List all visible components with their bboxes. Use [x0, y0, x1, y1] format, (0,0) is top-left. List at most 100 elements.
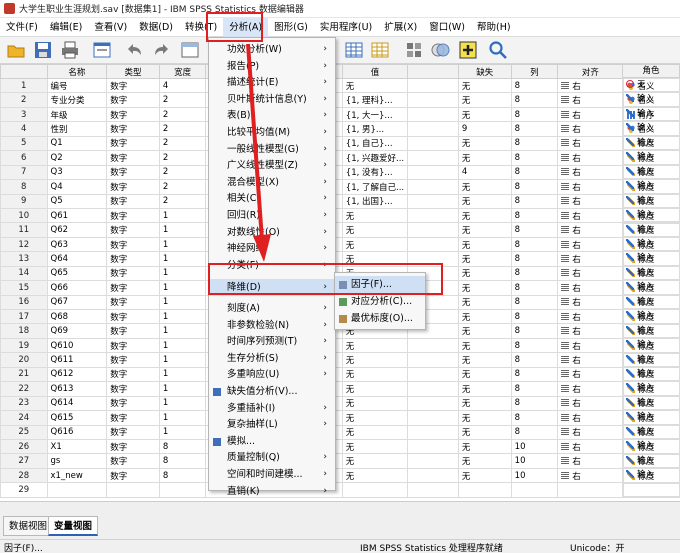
cell-values[interactable]	[341, 482, 409, 498]
table-row[interactable]: 19 Q610 数字 1 无无 8 右标度	[0, 337, 680, 354]
cell-missing[interactable]: 无	[457, 280, 512, 296]
table-row[interactable]: 4 性别 数字 2 {1, 男}... 9 8 右名义	[0, 121, 680, 137]
table-row[interactable]: 21 Q612 数字 1 无无 8 右标度	[0, 366, 680, 383]
cell-type[interactable]: 数字	[106, 207, 160, 224]
cell-role[interactable]: 输入	[622, 323, 680, 339]
cell-name[interactable]: 专业分类	[46, 92, 108, 108]
cell-role[interactable]: 输入	[622, 367, 680, 382]
cell-values[interactable]: {1, 兴趣爱好...	[341, 150, 409, 166]
cell-role[interactable]: 输入	[622, 468, 680, 483]
cell-spacer[interactable]	[407, 236, 459, 253]
cell-missing[interactable]: 无	[457, 438, 512, 455]
cell-align[interactable]: 右	[557, 135, 624, 152]
menu-utilities[interactable]: 实用程序(U)	[314, 18, 378, 37]
cell-width[interactable]: 2	[158, 135, 207, 152]
table-row[interactable]: 24 Q615 数字 1 无无 8 右标度	[0, 410, 680, 426]
cell-type[interactable]: 数字	[106, 135, 160, 152]
cell-values[interactable]: 无	[341, 381, 409, 397]
cell-align[interactable]: 右	[557, 121, 624, 137]
redo-icon[interactable]	[152, 40, 172, 60]
cell-role[interactable]: 输入	[622, 106, 680, 122]
cell-width[interactable]: 8	[158, 467, 207, 484]
cell-role[interactable]: 输入	[622, 222, 680, 237]
cell-role[interactable]	[622, 482, 680, 498]
menu-edit[interactable]: 编辑(E)	[44, 18, 88, 37]
cell-missing[interactable]: 无	[457, 366, 512, 383]
cell-missing[interactable]: 无	[457, 135, 512, 152]
cell-missing[interactable]: 无	[457, 222, 512, 238]
cell-values[interactable]: 无	[341, 366, 409, 383]
cell-columns[interactable]: 8	[510, 77, 559, 94]
table-row[interactable]: 9 Q5 数字 2 {1, 出国}... 无 8 右标度	[0, 193, 680, 209]
cell-missing[interactable]: 无	[457, 92, 512, 108]
cell-align[interactable]: 右	[557, 236, 624, 253]
cell-name[interactable]: Q64	[46, 251, 108, 267]
menu-file[interactable]: 文件(F)	[0, 18, 44, 37]
cell-missing[interactable]: 无	[457, 337, 512, 354]
cell-type[interactable]: 数字	[106, 366, 160, 383]
cell-columns[interactable]: 8	[510, 193, 559, 209]
cell-type[interactable]: 数字	[106, 164, 160, 181]
cell-type[interactable]: 数字	[106, 121, 160, 137]
cell-role[interactable]: 输入	[622, 453, 680, 469]
cell-align[interactable]: 右	[557, 179, 624, 195]
cell-role[interactable]: 输入	[622, 164, 680, 180]
cell-spacer[interactable]	[407, 164, 459, 181]
cell-width[interactable]: 1	[158, 236, 207, 253]
cell-role[interactable]: 输入	[622, 121, 680, 136]
cell-align[interactable]: 右	[557, 193, 624, 209]
cell-align[interactable]: 右	[557, 381, 624, 397]
cell-missing[interactable]: 无	[457, 352, 512, 368]
menu-data[interactable]: 数据(D)	[133, 18, 179, 37]
cell-align[interactable]: 右	[557, 438, 624, 455]
analyze-menu-item[interactable]: 多重插补(I) ›	[209, 400, 335, 417]
cell-spacer[interactable]	[407, 453, 459, 469]
cell-type[interactable]: 数字	[106, 323, 160, 339]
header-missing[interactable]: 缺失	[457, 64, 512, 79]
cell-role[interactable]: 输入	[622, 251, 680, 266]
table-row[interactable]: 10 Q61 数字 1 无无 8 右标度	[0, 207, 680, 224]
cell-type[interactable]: 数字	[106, 453, 160, 469]
cell-columns[interactable]: 8	[510, 222, 559, 238]
cell-columns[interactable]: 8	[510, 352, 559, 368]
cell-type[interactable]: 数字	[106, 467, 160, 484]
cell-name[interactable]: Q615	[46, 410, 108, 426]
cell-role[interactable]: 输入	[622, 265, 680, 281]
cell-width[interactable]: 1	[158, 337, 207, 354]
cell-align[interactable]: 右	[557, 280, 624, 296]
cell-spacer[interactable]	[407, 424, 459, 440]
menu-view[interactable]: 查看(V)	[88, 18, 133, 37]
cell-type[interactable]: 数字	[106, 308, 160, 325]
cell-spacer[interactable]	[407, 222, 459, 238]
cell-name[interactable]: Q68	[46, 308, 108, 325]
cell-width[interactable]: 2	[158, 179, 207, 195]
cell-values[interactable]: 无	[341, 207, 409, 224]
cell-missing[interactable]: 无	[457, 193, 512, 209]
cell-type[interactable]: 数字	[106, 236, 160, 253]
cell-spacer[interactable]	[407, 121, 459, 137]
cell-missing[interactable]: 无	[457, 150, 512, 166]
cell-spacer[interactable]	[407, 207, 459, 224]
cell-columns[interactable]: 8	[510, 366, 559, 383]
cell-type[interactable]	[106, 482, 160, 498]
cell-role[interactable]: 输入	[622, 309, 680, 324]
cell-name[interactable]: Q2	[46, 150, 108, 166]
save-icon[interactable]	[33, 40, 53, 60]
cell-type[interactable]: 数字	[106, 352, 160, 368]
table-row[interactable]: 3 年级 数字 2 {1, 大一}... 无 8 右有序	[0, 106, 680, 123]
cell-spacer[interactable]	[407, 150, 459, 166]
analyze-menu-item[interactable]: 复杂抽样(L) ›	[209, 416, 335, 433]
cell-values[interactable]: 无	[341, 410, 409, 426]
cell-columns[interactable]: 8	[510, 395, 559, 412]
header-name[interactable]: 名称	[46, 64, 108, 79]
cell-align[interactable]: 右	[557, 410, 624, 426]
dimension-menu-item[interactable]: 对应分析(C)...	[335, 293, 425, 310]
cell-name[interactable]: Q61	[46, 207, 108, 224]
cell-values[interactable]: {1, 大一}...	[341, 106, 409, 123]
cell-values[interactable]: 无	[341, 236, 409, 253]
split-file-icon[interactable]	[370, 40, 390, 60]
cell-columns[interactable]: 8	[510, 294, 559, 311]
cell-spacer[interactable]	[407, 410, 459, 426]
cell-columns[interactable]: 8	[510, 424, 559, 440]
cell-values[interactable]: {1, 没有}...	[341, 164, 409, 181]
